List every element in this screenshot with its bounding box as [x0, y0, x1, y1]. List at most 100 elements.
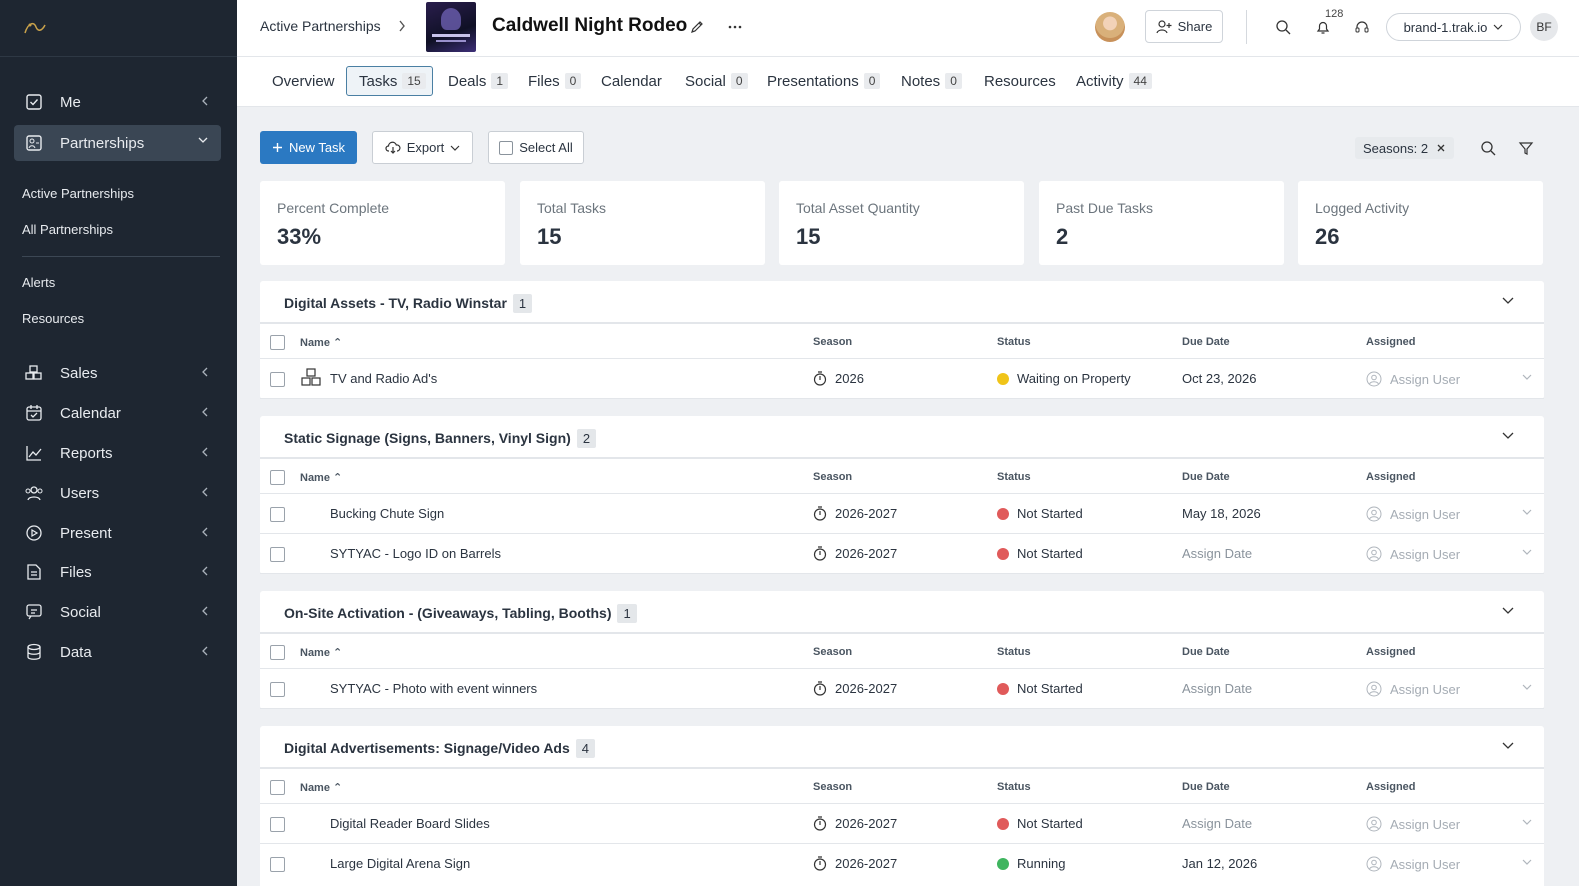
row-checkbox[interactable]	[270, 857, 285, 872]
sidebar-item-social[interactable]: Social	[14, 594, 221, 630]
tab-calendar[interactable]: Calendar	[596, 66, 667, 96]
chevron-down-icon[interactable]	[1502, 607, 1514, 615]
breadcrumb[interactable]: Active Partnerships	[260, 18, 381, 34]
table-row[interactable]: Bucking Chute Sign 2026-2027 Not Started…	[260, 494, 1544, 534]
support-headset-icon[interactable]	[1352, 17, 1372, 37]
table-row[interactable]: TV and Radio Ad's 2026 Waiting on Proper…	[260, 359, 1544, 399]
column-name[interactable]: Name ⌃	[300, 646, 342, 659]
tab-presentations[interactable]: Presentations 0	[762, 66, 885, 96]
due-date-cell[interactable]: Assign Date	[1182, 546, 1252, 561]
chevron-down-icon[interactable]	[1522, 684, 1532, 690]
task-name[interactable]: SYTYAC - Logo ID on Barrels	[330, 546, 501, 561]
header-checkbox[interactable]	[270, 645, 285, 660]
sidebar-item-files[interactable]: Files	[14, 554, 221, 590]
sidebar-item-users[interactable]: Users	[14, 475, 221, 511]
sidebar-item-calendar[interactable]: Calendar	[14, 395, 221, 431]
column-due-date[interactable]: Due Date	[1182, 646, 1230, 658]
status-cell[interactable]: Not Started	[997, 681, 1083, 696]
column-status[interactable]: Status	[997, 471, 1031, 483]
search-icon[interactable]	[1478, 138, 1498, 158]
sidebar-item-reports[interactable]: Reports	[14, 435, 221, 471]
due-date-cell[interactable]: Oct 23, 2026	[1182, 371, 1256, 386]
row-checkbox[interactable]	[270, 682, 285, 697]
chevron-down-icon[interactable]	[1522, 374, 1532, 380]
column-assigned[interactable]: Assigned	[1366, 471, 1416, 483]
chevron-down-icon[interactable]	[1502, 297, 1514, 305]
header-checkbox[interactable]	[270, 335, 285, 350]
column-season[interactable]: Season	[813, 471, 852, 483]
tab-overview[interactable]: Overview	[267, 66, 340, 96]
select-all-button[interactable]: Select All	[488, 131, 584, 164]
table-row[interactable]: SYTYAC - Photo with event winners 2026-2…	[260, 669, 1544, 709]
task-name-cell[interactable]: TV and Radio Ad's	[300, 368, 437, 388]
group-header[interactable]: Static Signage (Signs, Banners, Vinyl Si…	[260, 416, 1544, 459]
header-checkbox[interactable]	[270, 470, 285, 485]
group-header[interactable]: Digital Advertisements: Signage/Video Ad…	[260, 726, 1544, 769]
column-status[interactable]: Status	[997, 336, 1031, 348]
assign-user-cell[interactable]: Assign User	[1366, 856, 1460, 872]
status-cell[interactable]: Not Started	[997, 816, 1083, 831]
table-row[interactable]: SYTYAC - Logo ID on Barrels 2026-2027 No…	[260, 534, 1544, 574]
tab-activity[interactable]: Activity 44	[1071, 66, 1157, 96]
season-filter-chip[interactable]: Seasons: 2	[1355, 137, 1455, 159]
filter-icon[interactable]	[1516, 138, 1536, 158]
close-icon[interactable]	[1436, 143, 1446, 153]
status-cell[interactable]: Waiting on Property	[997, 371, 1131, 386]
chevron-down-icon[interactable]	[1522, 509, 1532, 515]
assign-user-cell[interactable]: Assign User	[1366, 371, 1460, 387]
due-date-cell[interactable]: Jan 12, 2026	[1182, 856, 1257, 871]
column-due-date[interactable]: Due Date	[1182, 471, 1230, 483]
assign-user-cell[interactable]: Assign User	[1366, 681, 1460, 697]
tab-deals[interactable]: Deals 1	[443, 66, 513, 96]
sidebar-sub-active-partnerships[interactable]: Active Partnerships	[22, 186, 134, 201]
column-assigned[interactable]: Assigned	[1366, 336, 1416, 348]
due-date-cell[interactable]: Assign Date	[1182, 681, 1252, 696]
column-status[interactable]: Status	[997, 781, 1031, 793]
column-status[interactable]: Status	[997, 646, 1031, 658]
header-checkbox[interactable]	[270, 780, 285, 795]
sidebar-item-data[interactable]: Data	[14, 634, 221, 670]
chevron-down-icon[interactable]	[1502, 742, 1514, 750]
column-assigned[interactable]: Assigned	[1366, 646, 1416, 658]
column-name[interactable]: Name ⌃	[300, 336, 342, 349]
group-header[interactable]: Digital Assets - TV, Radio Winstar 1	[260, 281, 1544, 324]
status-cell[interactable]: Not Started	[997, 506, 1083, 521]
tab-tasks[interactable]: Tasks 15	[346, 66, 433, 96]
group-header[interactable]: On-Site Activation - (Giveaways, Tabling…	[260, 591, 1544, 634]
row-checkbox[interactable]	[270, 547, 285, 562]
tab-resources[interactable]: Resources	[979, 66, 1061, 96]
more-options-icon[interactable]	[725, 18, 745, 36]
select-all-checkbox[interactable]	[499, 140, 514, 155]
column-name[interactable]: Name ⌃	[300, 781, 342, 794]
column-season[interactable]: Season	[813, 781, 852, 793]
status-cell[interactable]: Running	[997, 856, 1065, 871]
tab-files[interactable]: Files 0	[523, 66, 586, 96]
row-checkbox[interactable]	[270, 372, 285, 387]
column-due-date[interactable]: Due Date	[1182, 781, 1230, 793]
column-season[interactable]: Season	[813, 646, 852, 658]
assign-user-cell[interactable]: Assign User	[1366, 816, 1460, 832]
user-avatar[interactable]: BF	[1530, 13, 1558, 41]
chevron-down-icon[interactable]	[1502, 432, 1514, 440]
sidebar-sub-alerts[interactable]: Alerts	[22, 275, 55, 290]
chevron-down-icon[interactable]	[1522, 819, 1532, 825]
row-checkbox[interactable]	[270, 817, 285, 832]
brand-logo[interactable]	[0, 0, 237, 57]
share-button[interactable]: Share	[1145, 10, 1223, 43]
tab-social[interactable]: Social 0	[680, 66, 753, 96]
column-name[interactable]: Name ⌃	[300, 471, 342, 484]
assign-user-cell[interactable]: Assign User	[1366, 546, 1460, 562]
sidebar-sub-resources[interactable]: Resources	[22, 311, 84, 326]
assign-user-cell[interactable]: Assign User	[1366, 506, 1460, 522]
sidebar-item-sales[interactable]: Sales	[14, 355, 221, 391]
bell-icon[interactable]	[1313, 17, 1333, 37]
status-cell[interactable]: Not Started	[997, 546, 1083, 561]
contact-avatar[interactable]	[1095, 12, 1125, 42]
edit-icon[interactable]	[688, 18, 706, 36]
column-due-date[interactable]: Due Date	[1182, 336, 1230, 348]
sidebar-item-present[interactable]: Present	[14, 515, 221, 551]
row-checkbox[interactable]	[270, 507, 285, 522]
table-row[interactable]: Large Digital Arena Sign 2026-2027 Runni…	[260, 844, 1544, 884]
tab-notes[interactable]: Notes 0	[896, 66, 967, 96]
workspace-selector[interactable]: brand-1.trak.io	[1386, 13, 1521, 41]
